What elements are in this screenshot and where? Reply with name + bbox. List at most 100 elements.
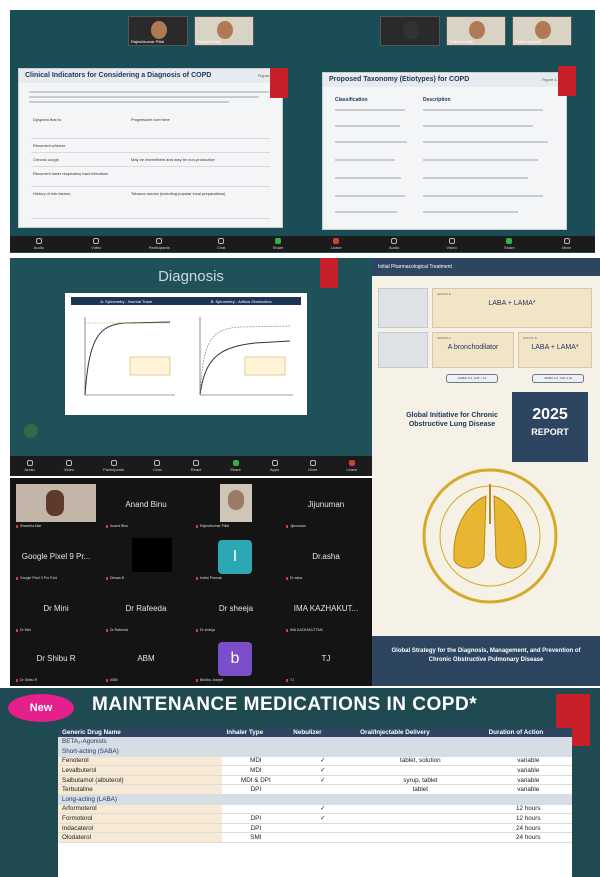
text-line	[29, 101, 229, 103]
video-tile[interactable]: Kailas Vasanth	[512, 16, 572, 46]
participant-tile[interactable]: Shaeeba Nair	[12, 482, 100, 530]
camera-icon	[448, 238, 455, 244]
leave-button[interactable]: Leave	[331, 238, 342, 250]
participant-label: Google Pixel 9 Pro Fold	[16, 576, 57, 580]
share-button[interactable]: Share	[230, 460, 241, 472]
red-accent-block	[320, 258, 338, 288]
participant-tile[interactable]: I Indira Premak	[192, 534, 280, 582]
participant-tile[interactable]: Jijunuman Jijunuman	[282, 482, 370, 530]
text-line	[335, 177, 401, 179]
leave-button[interactable]: Leave	[346, 460, 357, 472]
mic-icon	[26, 460, 33, 466]
participant-face	[535, 21, 551, 39]
gold-report-panel: Initial Pharmacological Treatment GROUP …	[372, 258, 600, 686]
text-line	[335, 125, 400, 127]
nebulizer-check	[289, 823, 357, 834]
participant-label: ABM	[106, 678, 118, 682]
share-button[interactable]: Share	[504, 238, 515, 250]
drug-name: Terbutaline	[58, 784, 223, 796]
apps-button[interactable]: Apps	[270, 460, 279, 472]
more-button[interactable]: More	[562, 238, 571, 250]
participants-gallery: Shaeeba Nair Anand Binu Anand Binu Rajes…	[10, 478, 372, 686]
video-tile[interactable]: Shaeeba Nair	[446, 16, 506, 46]
table-row: Olodaterol SMI 24 hours	[58, 832, 572, 844]
participant-label: Shaeeba Nair	[16, 524, 41, 528]
toolbar-label: Leave	[346, 467, 358, 472]
row-key: Recurrent lower respiratory tract infect…	[33, 171, 109, 176]
text-line	[335, 141, 407, 143]
tile-name: Rajeshkumar Pillai	[131, 39, 165, 44]
participant-tile[interactable]: b Bindhu Joseph	[192, 636, 280, 684]
duration: variable	[484, 765, 572, 776]
spirometry-figure: A: Spirometry - Normal Trace B: Spiromet…	[65, 293, 307, 415]
zoom-toolbar: Audio Video Participants Chat Share Leav…	[10, 236, 595, 252]
participant-name: Dr sheeja	[218, 604, 254, 613]
toolbar-label: Chat	[216, 245, 226, 250]
drug-name: Levalbuterol	[58, 765, 223, 776]
audio-button[interactable]: Audio	[34, 238, 44, 250]
column-header: Classification	[335, 97, 368, 103]
participant-tile[interactable]: Dr Mini Dr Mini	[12, 586, 100, 634]
participant-tile[interactable]: Google Pixel 9 Pr... Google Pixel 9 Pro …	[12, 534, 100, 582]
toolbar-label: Participants	[148, 245, 170, 250]
participant-tile[interactable]: ABM ABM	[102, 636, 190, 684]
participants-button[interactable]: Participants	[103, 460, 124, 472]
participant-tile[interactable]: IMA KAZHAKUT... IMA KAZHAKUTTAM	[282, 586, 370, 634]
chart-b-title: B: Spirometry - Airflow Obstruction	[210, 298, 272, 304]
nebulizer-check	[289, 784, 357, 796]
red-accent-block	[270, 68, 288, 98]
participant-name: Google Pixel 9 Pr...	[21, 552, 91, 561]
inhaler-type: DPI	[222, 813, 290, 824]
participant-tile[interactable]: Dr Shibu R Dr Shibu R	[12, 636, 100, 684]
participant-tile[interactable]: Dewas B	[102, 534, 190, 582]
avatar: b	[218, 642, 252, 676]
slide-title: Diagnosis	[158, 268, 224, 285]
react-button[interactable]: React	[191, 460, 201, 472]
video-tile[interactable]: Rajeshkumar Pillai	[128, 16, 188, 46]
participant-face	[217, 21, 233, 39]
more-icon	[309, 460, 316, 466]
symptom-pill: mMRC 0-1, CAT < 10	[446, 374, 498, 383]
new-badge: New	[8, 694, 74, 722]
share-icon	[232, 460, 239, 466]
toolbar-label: Leave	[330, 245, 342, 250]
share-button[interactable]: Share	[273, 238, 283, 250]
video-tile[interactable]: Shaeeba Nair	[194, 16, 254, 46]
group-b-box: GROUP B LABA + LAMA*	[518, 332, 592, 368]
toolbar-label: Share	[230, 467, 241, 472]
spirometry-curves	[84, 317, 293, 396]
video-tile[interactable]	[380, 16, 440, 46]
participant-label: Jijunuman	[286, 524, 306, 528]
row-value: May be intermittent and may be non-produ…	[131, 157, 215, 162]
table-row: Chronic cough May be intermittent and may…	[31, 155, 270, 167]
chat-button[interactable]: Chat	[217, 238, 225, 250]
gold-initiative-title: Global Initiative for Chronic Obstructiv…	[406, 412, 498, 428]
video-button[interactable]: Video	[64, 460, 74, 472]
participant-tile[interactable]: Dr.asha Dr asha	[282, 534, 370, 582]
duration: 24 hours	[484, 832, 572, 844]
participant-name: TJ	[321, 654, 331, 663]
participant-label: TJ	[286, 678, 294, 682]
toolbar-label: React	[190, 467, 202, 472]
column-header: Nebulizer	[289, 728, 357, 737]
participant-tile[interactable]: Dr sheeja Dr sheeja	[192, 586, 280, 634]
video-button[interactable]: Video	[91, 238, 101, 250]
more-button[interactable]: More	[308, 460, 317, 472]
group-label: GROUP B	[523, 336, 537, 340]
participant-tile[interactable]: TJ TJ	[282, 636, 370, 684]
participant-tile[interactable]: Anand Binu Anand Binu	[102, 482, 190, 530]
video-button[interactable]: Video	[447, 238, 457, 250]
duration: 24 hours	[484, 823, 572, 834]
oral-delivery: syrup, tablet	[356, 775, 485, 786]
participant-tile[interactable]: Rajeshkumar Pillai	[192, 482, 280, 530]
more-icon	[563, 238, 570, 244]
audio-button[interactable]: Audio	[389, 238, 399, 250]
participant-tile[interactable]: Dr Rafeeda Dr Rafeeda	[102, 586, 190, 634]
chat-button[interactable]: Chat	[153, 460, 162, 472]
annotate-icon[interactable]	[24, 424, 38, 438]
audio-button[interactable]: Audio	[25, 460, 35, 472]
leave-icon	[333, 238, 340, 244]
oral-delivery: tablet, solution	[356, 756, 485, 767]
inhaler-type: DPI	[222, 784, 290, 796]
participants-button[interactable]: Participants	[149, 238, 170, 250]
